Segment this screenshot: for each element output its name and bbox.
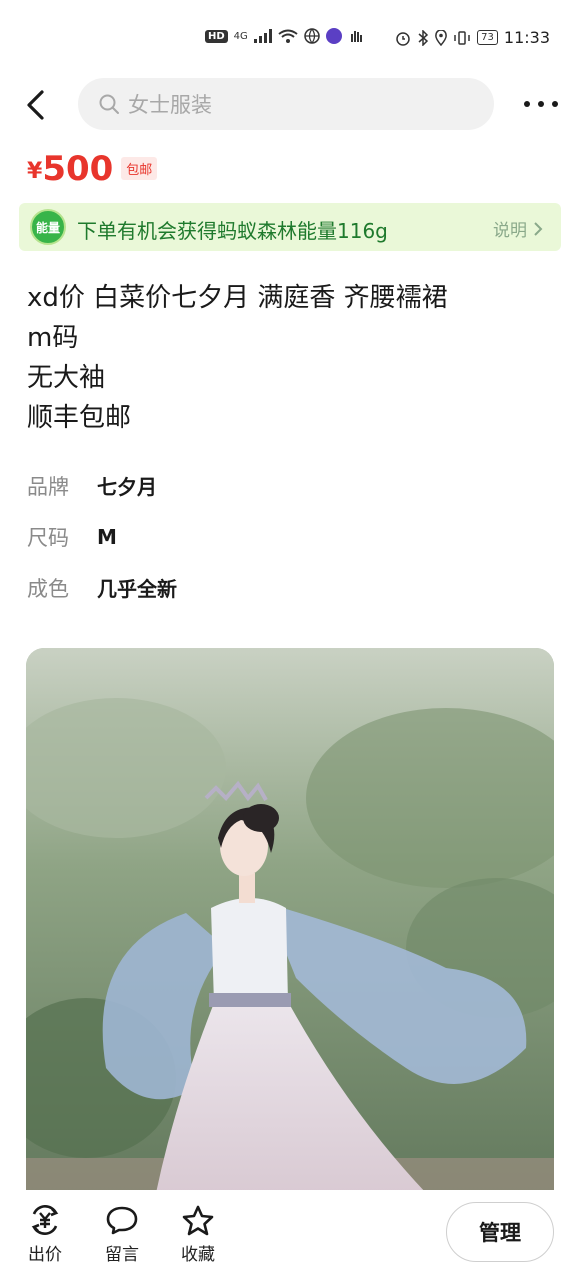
attribute-row-condition: 成色 几乎全新: [27, 562, 177, 613]
attribute-label: 品牌: [27, 474, 69, 499]
energy-badge-icon: 能量: [30, 209, 66, 245]
wifi-icon: [278, 29, 298, 43]
more-dot-icon: [538, 101, 544, 107]
description-line: 无大袖: [27, 363, 106, 393]
free-shipping-badge: 包邮: [121, 157, 158, 180]
chevron-left-icon: [27, 90, 44, 120]
bluetooth-icon: [418, 29, 429, 46]
energy-text: 下单有机会获得蚂蚁森林能量116g: [77, 219, 388, 243]
energy-info-link[interactable]: 说明: [493, 216, 543, 241]
search-bar[interactable]: 女士服装: [78, 78, 494, 130]
energy-info-label: 说明: [493, 221, 527, 241]
app-notification-icon: [325, 28, 342, 44]
description-line: xd价 白菜价七夕月 满庭香 齐腰襦裙: [27, 283, 448, 313]
back-button[interactable]: [20, 86, 54, 124]
item-description: xd价 白菜价七夕月 满庭香 齐腰襦裙 m码 无大袖 顺丰包邮: [27, 278, 557, 438]
location-icon: [435, 29, 448, 46]
currency-symbol: ¥: [27, 159, 43, 184]
more-dot-icon: [552, 101, 558, 107]
price-amount: 500: [42, 149, 114, 189]
ant-forest-energy-banner[interactable]: 能量 下单有机会获得蚂蚁森林能量116g 说明: [19, 203, 561, 251]
price-row: ¥ 500 包邮: [27, 149, 158, 189]
hd-indicator: HD: [205, 29, 228, 43]
star-icon: [182, 1205, 214, 1236]
more-dot-icon: [524, 101, 530, 107]
chat-bubble-icon: [106, 1206, 138, 1235]
signal-icon: [253, 29, 272, 43]
attribute-row-brand: 品牌 七夕月: [27, 460, 177, 511]
product-photo[interactable]: [26, 648, 554, 1193]
vibrate-icon: [454, 30, 470, 45]
network-type: 4G: [233, 30, 248, 42]
hand-icon: [350, 31, 362, 42]
hanfu-model-image: [26, 648, 554, 1193]
status-bar: HD 4G 73 11:33: [0, 28, 580, 58]
comment-label: 留言: [105, 1245, 139, 1265]
attribute-label: 成色: [27, 576, 69, 601]
description-line: m码: [27, 323, 79, 353]
yen-cycle-icon: [31, 1204, 59, 1236]
favorite-button[interactable]: 收藏: [168, 1204, 228, 1265]
globe-icon: [304, 28, 320, 44]
favorite-label: 收藏: [181, 1245, 215, 1265]
search-placeholder: 女士服装: [128, 93, 212, 117]
attribute-label: 尺码: [27, 525, 69, 550]
offer-label: 出价: [28, 1245, 62, 1265]
attribute-value: M: [97, 524, 117, 549]
attribute-value: 七夕月: [97, 475, 157, 499]
attribute-value: 几乎全新: [97, 577, 177, 601]
chevron-right-icon: [534, 221, 543, 236]
comment-button[interactable]: 留言: [92, 1204, 152, 1265]
battery-icon: 73: [477, 30, 498, 45]
offer-button[interactable]: 出价: [15, 1204, 75, 1265]
more-options-button[interactable]: [524, 96, 558, 112]
search-icon: [99, 94, 119, 114]
manage-button[interactable]: 管理: [446, 1202, 554, 1262]
status-time: 11:33: [503, 28, 550, 47]
alarm-icon: [396, 31, 410, 46]
description-line: 顺丰包邮: [27, 403, 132, 433]
bottom-action-bar: 出价 留言 收藏 管理: [0, 1190, 580, 1276]
attribute-row-size: 尺码 M: [27, 511, 177, 562]
item-attributes: 品牌 七夕月 尺码 M 成色 几乎全新: [27, 460, 177, 613]
top-nav: 女士服装: [0, 78, 580, 132]
